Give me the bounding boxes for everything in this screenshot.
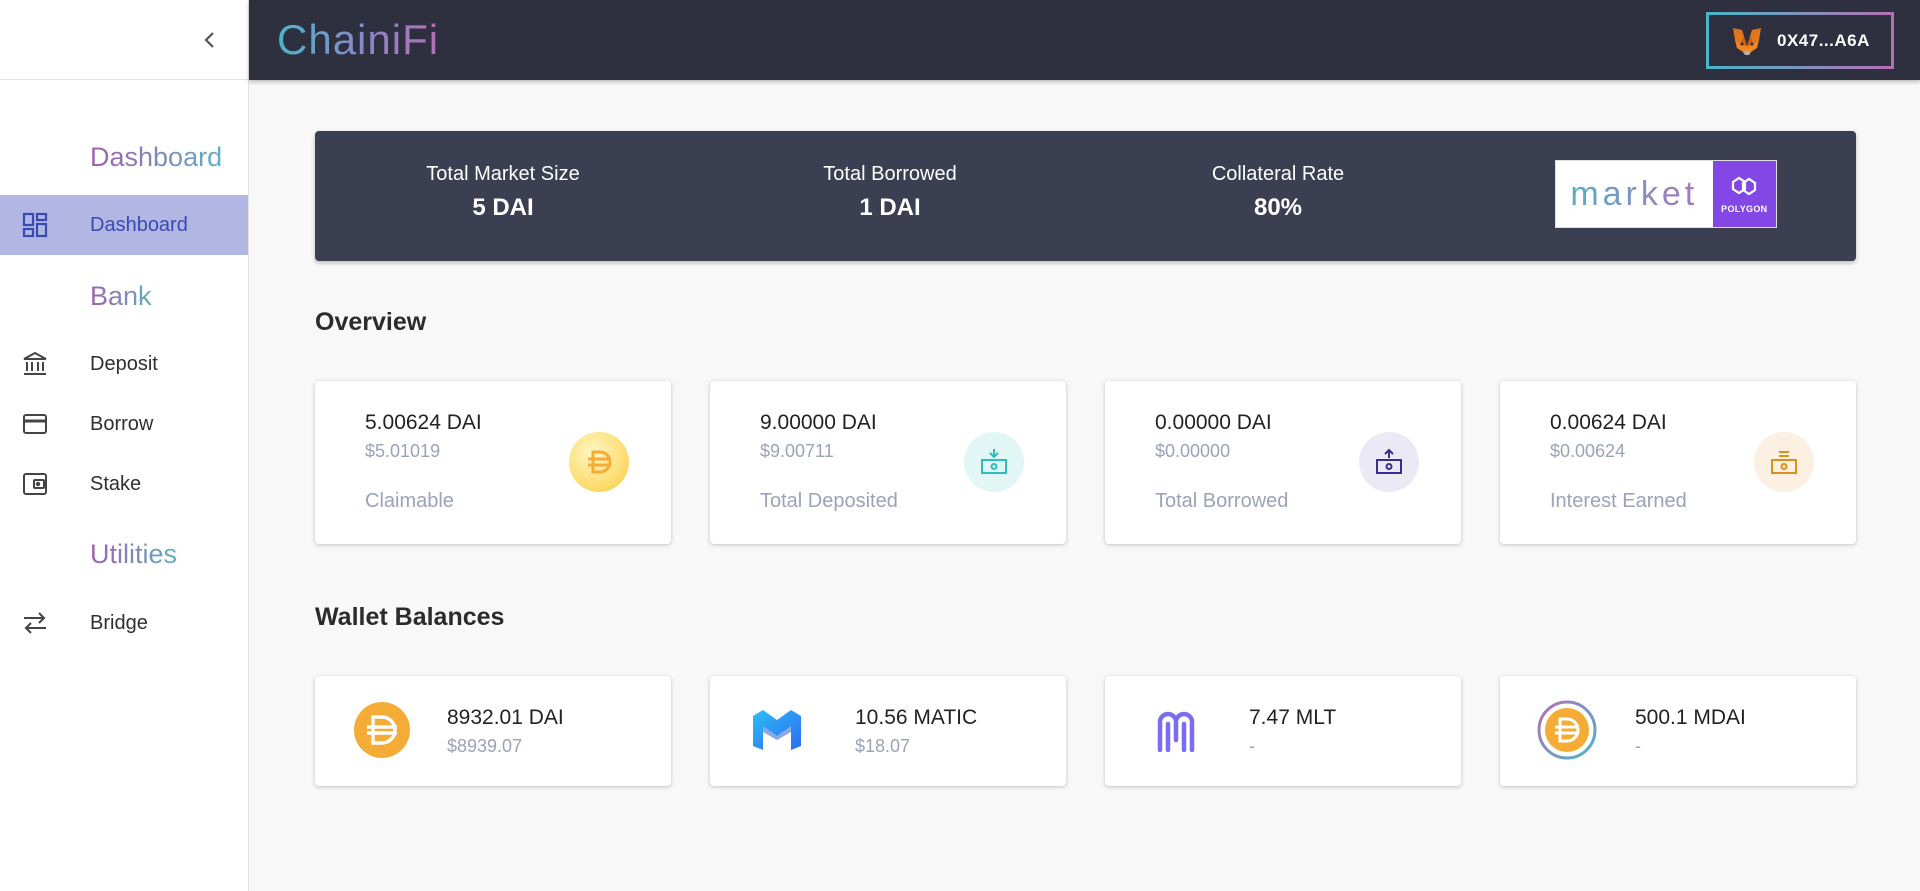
- sidebar-item-label: Deposit: [90, 352, 158, 375]
- stat-collateral-rate: Collateral Rate 80%: [1128, 163, 1428, 222]
- chevron-left-icon: [204, 32, 214, 48]
- metamask-fox-icon: [1733, 27, 1761, 55]
- wallet-connect-button[interactable]: 0X47...A6A: [1706, 12, 1894, 69]
- mlt-logo-icon: [1147, 700, 1207, 760]
- card-usd-value: $0.00624: [1550, 441, 1626, 461]
- balance-amount: 8932.01 DAI: [447, 706, 564, 729]
- card-caption: Interest Earned: [1550, 490, 1687, 512]
- sidebar-item-label: Borrow: [90, 412, 154, 435]
- overview-card-claimable[interactable]: 5.00624 DAI $5.01019 Claimable: [315, 381, 671, 544]
- stat-value: 1 DAI: [859, 194, 921, 221]
- credit-card-icon: [22, 411, 48, 437]
- sidebar-item-stake[interactable]: Stake: [0, 454, 248, 514]
- wallet-icon: [22, 471, 48, 497]
- balance-amount: 10.56 MATIC: [855, 706, 978, 729]
- card-caption: Claimable: [365, 490, 454, 512]
- card-usd-value: $0.00000: [1155, 441, 1231, 461]
- sidebar-item-label: Dashboard: [90, 213, 188, 236]
- sidebar-section-utilities: Utilities: [90, 539, 178, 569]
- balance-usd-value: $18.07: [855, 736, 911, 756]
- stat-total-market-size: Total Market Size 5 DAI: [353, 163, 653, 222]
- stat-label: Total Market Size: [426, 163, 580, 185]
- stat-value: 5 DAI: [472, 194, 534, 221]
- swap-arrows-icon: [22, 610, 48, 636]
- stat-label: Total Borrowed: [823, 163, 957, 185]
- card-caption: Total Deposited: [760, 490, 898, 512]
- sidebar-header: [0, 0, 248, 80]
- wallet-balances-heading: Wallet Balances: [315, 603, 505, 631]
- sidebar-item-dashboard[interactable]: Dashboard: [0, 195, 248, 255]
- dashboard-icon: [22, 212, 48, 238]
- sidebar-item-deposit[interactable]: Deposit: [0, 334, 248, 394]
- wallet-balance-card-matic[interactable]: 10.56 MATIC $18.07: [710, 676, 1066, 786]
- sidebar: Dashboard Dashboard Bank Deposit Borrow: [0, 0, 249, 891]
- stat-label: Collateral Rate: [1211, 163, 1345, 185]
- balance-amount: 500.1 MDAI: [1635, 706, 1746, 729]
- market-polygon-logo: market POLYGON: [1555, 160, 1777, 228]
- polygon-logo-icon: [1732, 176, 1757, 196]
- overview-card-interest-earned[interactable]: 0.00624 DAI $0.00624 Interest Earned: [1500, 381, 1856, 544]
- sidebar-item-bridge[interactable]: Bridge: [0, 593, 248, 653]
- polygon-badge-text: POLYGON: [1721, 204, 1768, 214]
- app-root: Dashboard Dashboard Bank Deposit Borrow: [0, 0, 1920, 891]
- overview-heading: Overview: [315, 308, 427, 336]
- card-amount: 0.00000 DAI: [1155, 411, 1272, 434]
- stat-value: 80%: [1253, 194, 1303, 221]
- balance-usd-value: -: [1249, 736, 1255, 756]
- wallet-address: 0X47...A6A: [1777, 30, 1870, 50]
- card-caption: Total Borrowed: [1155, 490, 1289, 512]
- cash-interest-icon: [1754, 432, 1814, 492]
- collapse-sidebar-button[interactable]: [196, 24, 224, 56]
- wallet-balance-card-mlt[interactable]: 7.47 MLT -: [1105, 676, 1461, 786]
- stat-total-borrowed: Total Borrowed 1 DAI: [740, 163, 1040, 222]
- brand-logo[interactable]: ChainiFi: [277, 16, 439, 64]
- dai-coin-icon: [569, 432, 629, 492]
- dai-logo-icon: [352, 700, 412, 760]
- overview-card-total-deposited[interactable]: 9.00000 DAI $9.00711 Total Deposited: [710, 381, 1066, 544]
- sidebar-item-label: Bridge: [90, 611, 148, 634]
- wallet-balance-card-dai[interactable]: 8932.01 DAI $8939.07: [315, 676, 671, 786]
- market-logo-text: market: [1556, 161, 1713, 227]
- balance-usd-value: -: [1635, 736, 1641, 756]
- sidebar-section-bank: Bank: [90, 281, 152, 311]
- sidebar-section-dashboard: Dashboard: [90, 142, 223, 172]
- sidebar-item-borrow[interactable]: Borrow: [0, 394, 248, 454]
- mdai-logo-icon: [1537, 700, 1597, 760]
- card-amount: 5.00624 DAI: [365, 411, 482, 434]
- matic-logo-icon: [747, 700, 807, 760]
- card-amount: 9.00000 DAI: [760, 411, 877, 434]
- bank-icon: [22, 351, 48, 377]
- card-amount: 0.00624 DAI: [1550, 411, 1667, 434]
- cash-withdraw-icon: [1359, 432, 1419, 492]
- sidebar-item-label: Stake: [90, 472, 142, 495]
- cash-deposit-icon: [964, 432, 1024, 492]
- card-usd-value: $9.00711: [760, 441, 834, 461]
- polygon-badge: POLYGON: [1712, 161, 1776, 227]
- top-header: ChainiFi 0X47...A6A: [249, 0, 1920, 80]
- wallet-balance-card-mdai[interactable]: 500.1 MDAI -: [1500, 676, 1856, 786]
- balance-usd-value: $8939.07: [447, 736, 523, 756]
- overview-card-total-borrowed[interactable]: 0.00000 DAI $0.00000 Total Borrowed: [1105, 381, 1461, 544]
- balance-amount: 7.47 MLT: [1249, 706, 1337, 729]
- card-usd-value: $5.01019: [365, 441, 441, 461]
- market-stats-banner: Total Market Size 5 DAI Total Borrowed 1…: [315, 131, 1856, 261]
